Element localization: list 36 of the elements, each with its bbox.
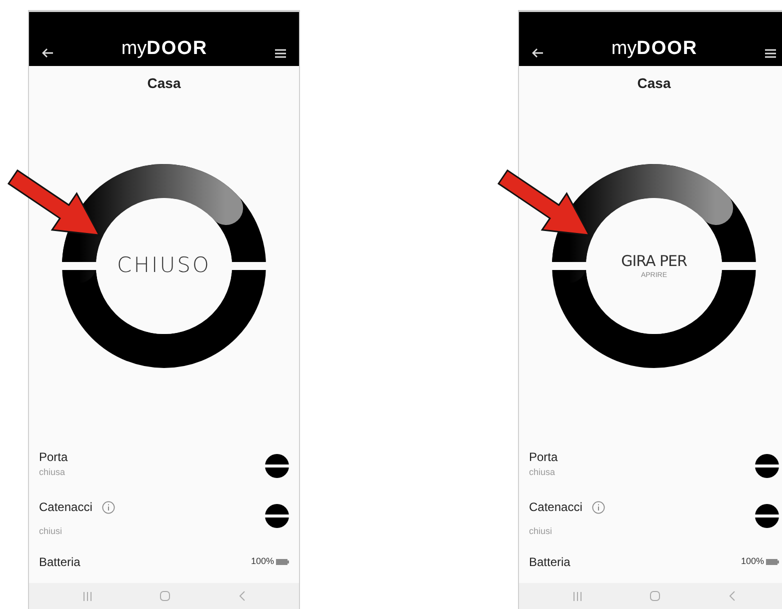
status-value: chiusa [529, 466, 556, 480]
battery-percent: 100% [740, 555, 764, 568]
back-icon[interactable] [728, 591, 735, 602]
lock-status-icon [265, 504, 289, 528]
lock-status-icon [265, 454, 289, 478]
status-label: Batteria [529, 554, 570, 572]
status-value: chiusi [39, 525, 64, 538]
status-label: Porta [529, 449, 558, 466]
lock-status-icon [755, 504, 779, 528]
status-value: chiusi [529, 525, 554, 538]
lock-status-icon [755, 454, 779, 478]
menu-icon[interactable] [764, 49, 776, 58]
status-label: Porta [39, 449, 68, 466]
page-title: Casa [637, 74, 671, 94]
battery-percent: 100% [250, 555, 274, 568]
app-logo: myDOOR [611, 39, 698, 58]
page-title: Casa [147, 74, 181, 94]
recent-apps-icon[interactable] [573, 592, 582, 601]
status-label: Catenacci [529, 499, 582, 516]
battery-icon [766, 558, 779, 565]
status-label: Catenacci [39, 499, 92, 516]
info-icon[interactable] [592, 500, 606, 514]
dial-label: GIRA PER [621, 254, 687, 269]
home-icon[interactable] [650, 591, 660, 602]
menu-icon[interactable] [274, 49, 286, 58]
status-value: chiusa [39, 466, 66, 480]
back-arrow-icon[interactable] [532, 48, 544, 58]
app-logo: myDOOR [121, 39, 208, 58]
home-icon[interactable] [160, 591, 170, 602]
info-icon[interactable] [102, 500, 116, 514]
back-icon[interactable] [238, 591, 245, 602]
dial-label: CHIUSO [117, 252, 211, 280]
back-arrow-icon[interactable] [42, 48, 54, 58]
battery-icon [276, 558, 289, 565]
status-label: Batteria [39, 554, 80, 572]
recent-apps-icon[interactable] [83, 592, 92, 601]
